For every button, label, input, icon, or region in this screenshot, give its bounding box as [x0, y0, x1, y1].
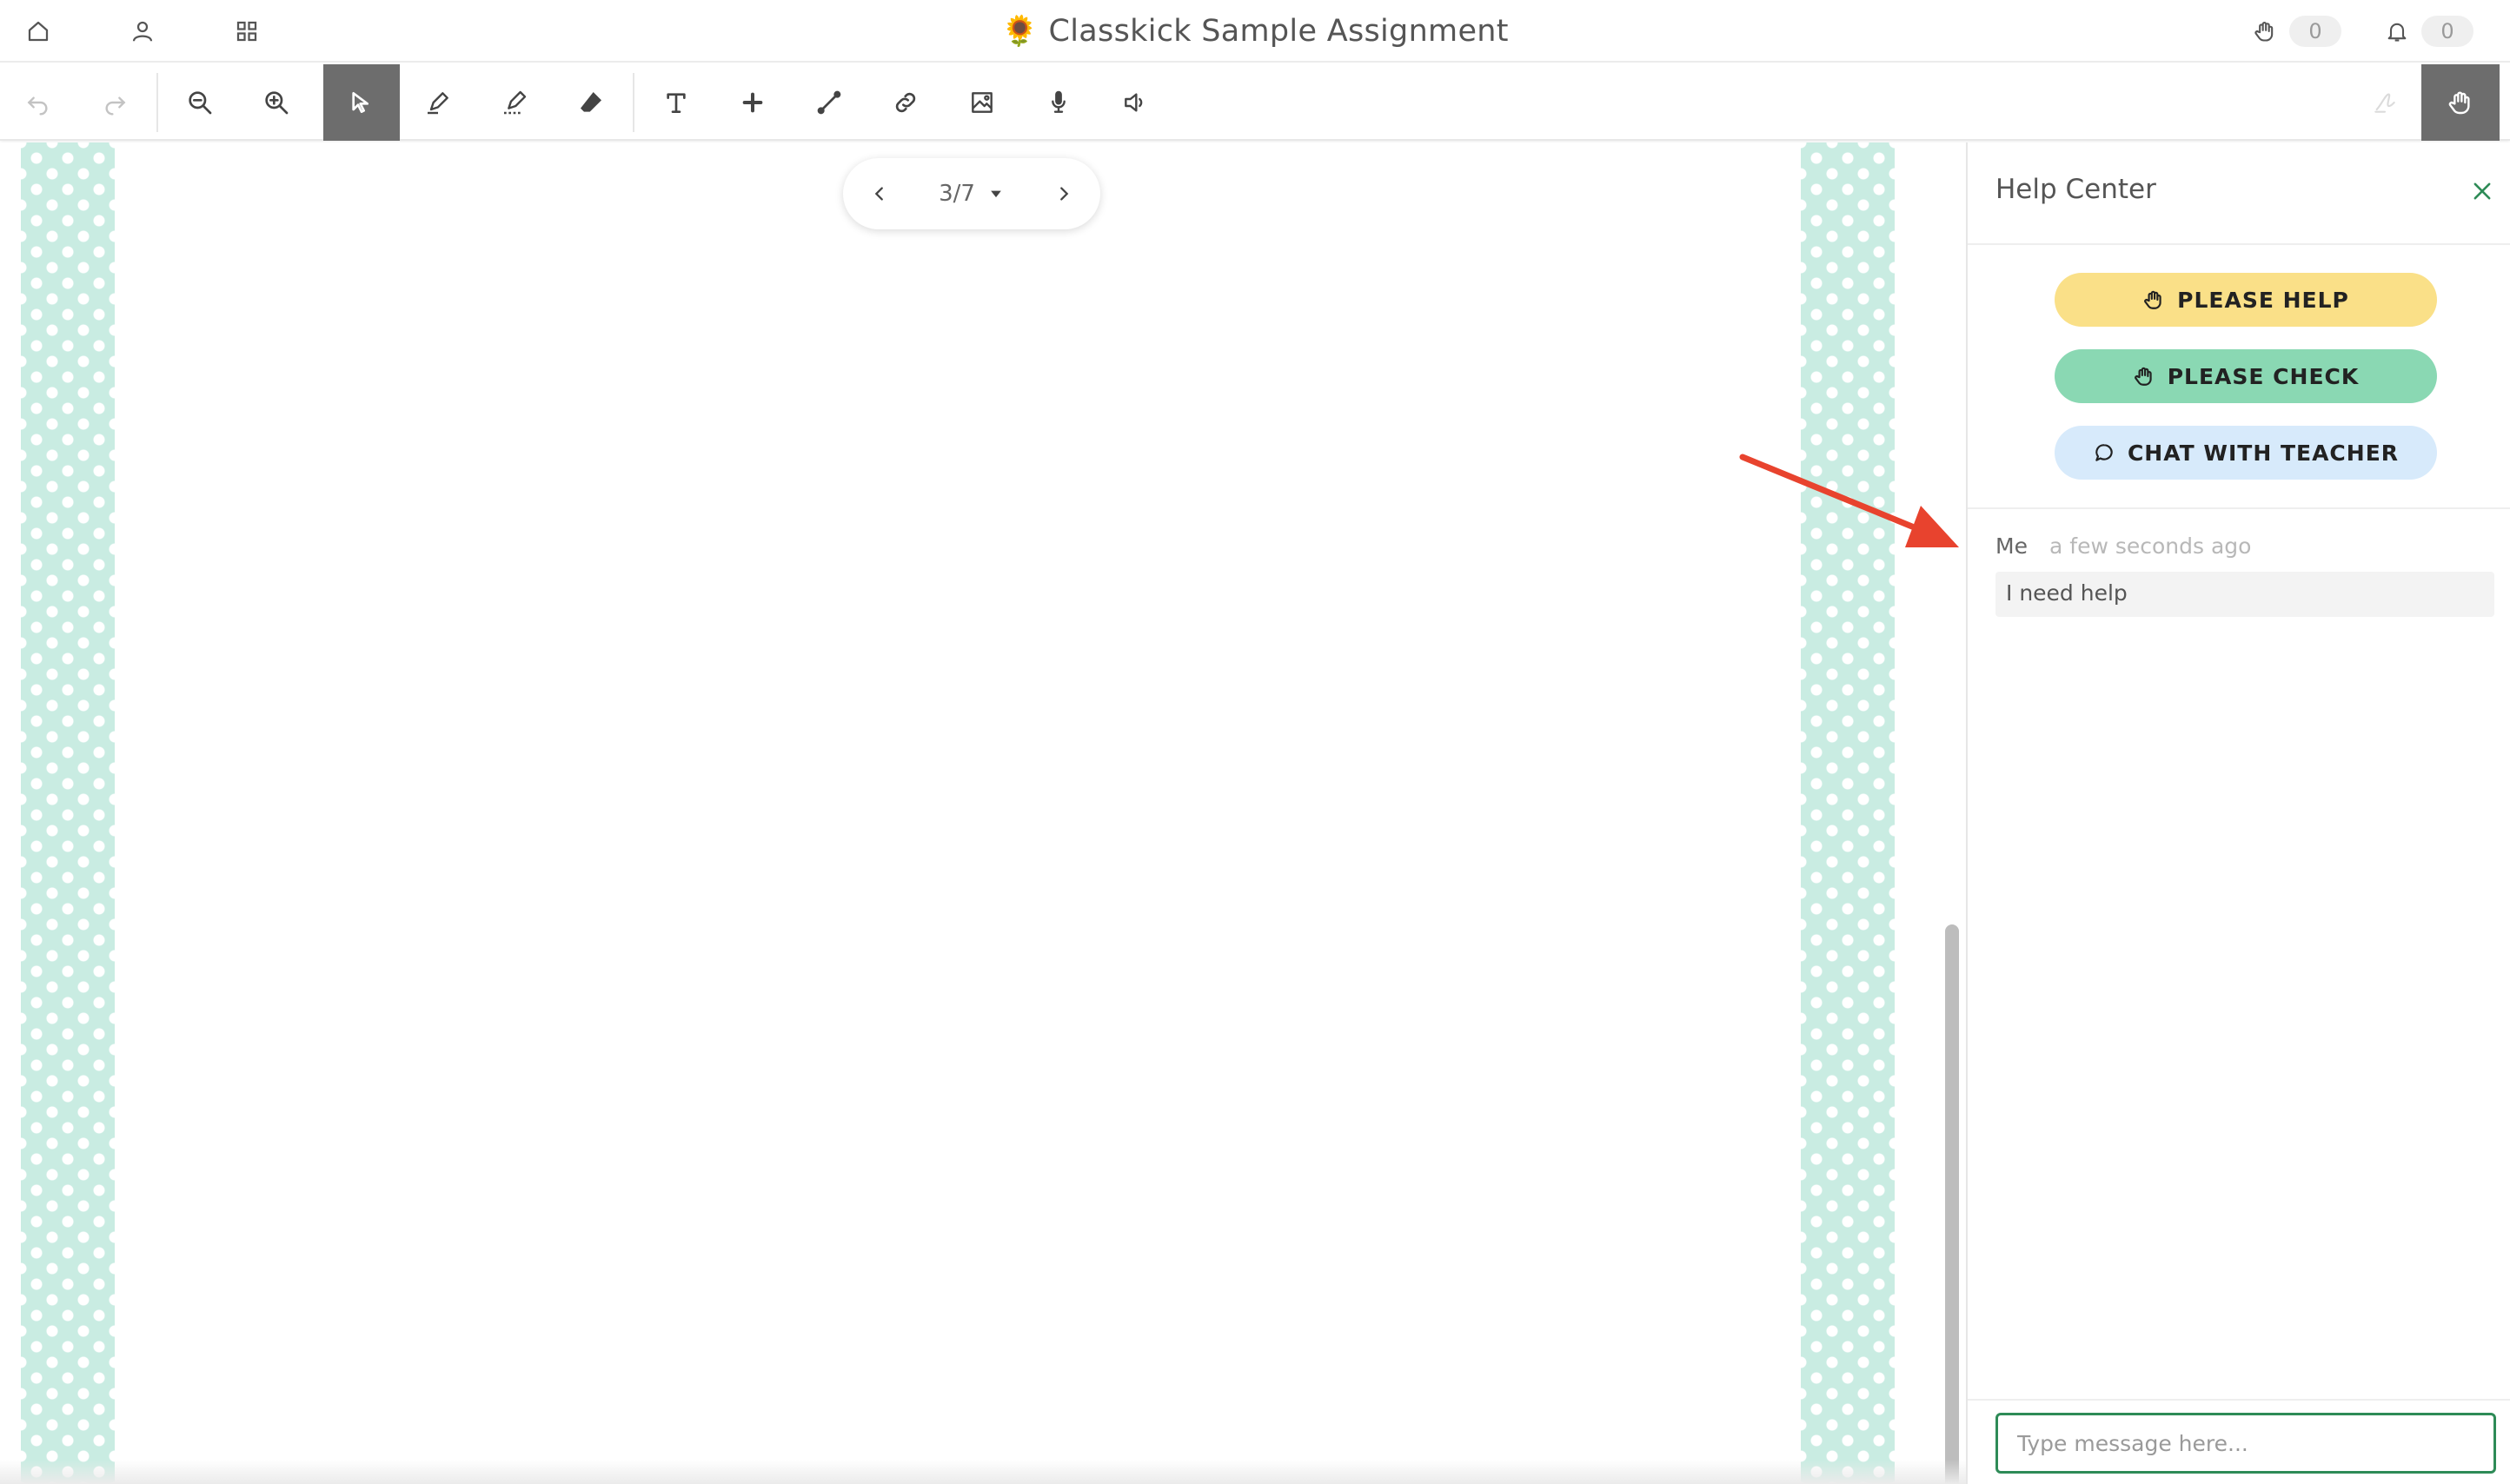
highlighter-icon[interactable] — [476, 64, 553, 141]
top-bar: 🌻 Classkick Sample Assignment 0 0 — [0, 0, 2510, 63]
chevron-right-icon — [1060, 187, 1069, 201]
add-icon[interactable] — [714, 64, 791, 141]
notification-count-badge: 0 — [2421, 16, 2473, 47]
toolbar-divider — [156, 73, 158, 132]
help-requests-counter[interactable]: 0 — [2253, 12, 2341, 50]
assignment-title: 🌻 Classkick Sample Assignment — [0, 0, 2510, 63]
page-navigator: 3/7 — [843, 158, 1100, 229]
polka-dot-border-left — [21, 142, 115, 1484]
page-title: Classkick Sample Assignment — [1048, 14, 1509, 49]
line-icon[interactable] — [791, 64, 867, 141]
select-icon[interactable] — [323, 64, 400, 141]
toolbar-divider — [633, 73, 634, 132]
page-select-dropdown[interactable]: 3/7 — [939, 181, 1005, 207]
sunflower-icon: 🌻 — [1001, 14, 1039, 49]
vertical-scrollbar[interactable] — [1945, 924, 1959, 1484]
zoom-out-icon[interactable] — [162, 64, 238, 141]
microphone-icon[interactable] — [1020, 64, 1097, 141]
next-page-button[interactable] — [1046, 176, 1081, 211]
worksheet-canvas[interactable]: 3/7 — [0, 142, 1966, 1484]
chat-bubble-icon — [2095, 444, 2113, 461]
help-center-title: Help Center — [1995, 174, 2156, 205]
profile-icon[interactable] — [123, 12, 162, 50]
grid-icon[interactable] — [228, 12, 266, 50]
help-divider — [1968, 507, 2510, 509]
zoom-in-icon[interactable] — [238, 64, 315, 141]
speaker-icon[interactable] — [1097, 64, 1173, 141]
worksheet-page[interactable] — [115, 142, 1801, 1484]
hand-icon — [2254, 22, 2274, 42]
chat-with-teacher-button[interactable]: CHAT WITH TEACHER — [2055, 426, 2437, 480]
signature-icon[interactable] — [2347, 64, 2423, 141]
pen-icon[interactable] — [400, 64, 476, 141]
toolbar — [0, 64, 2510, 141]
eraser-icon[interactable] — [553, 64, 629, 141]
undo-icon[interactable] — [0, 64, 76, 141]
notifications-counter[interactable]: 0 — [2385, 12, 2473, 50]
caret-down-icon — [991, 190, 1001, 198]
please-help-label: PLEASE HELP — [2177, 287, 2349, 313]
compose-divider — [1968, 1399, 2510, 1401]
page-indicator: 3/7 — [939, 181, 975, 207]
hand-icon — [2134, 367, 2152, 386]
please-check-label: PLEASE CHECK — [2167, 363, 2360, 389]
polka-dot-border-right — [1801, 142, 1895, 1484]
home-icon[interactable] — [19, 12, 57, 50]
bottom-shadow — [0, 1460, 1966, 1484]
message-input[interactable] — [1995, 1413, 2496, 1474]
bell-icon — [2387, 23, 2407, 42]
hand-icon — [2144, 290, 2161, 309]
redo-icon[interactable] — [76, 64, 153, 141]
chevron-left-icon — [874, 187, 883, 201]
hand-raise-icon[interactable] — [2421, 64, 2500, 141]
help-count-badge: 0 — [2289, 16, 2341, 47]
link-icon[interactable] — [867, 64, 944, 141]
please-check-button[interactable]: PLEASE CHECK — [2055, 349, 2437, 403]
text-icon[interactable] — [638, 64, 714, 141]
chat-with-teacher-label: CHAT WITH TEACHER — [2127, 440, 2400, 466]
help-center-panel: Help Center PLEASE HELP PLEASE CHECK CHA… — [1966, 142, 2510, 1484]
close-icon[interactable] — [2463, 172, 2501, 210]
message-timestamp: a few seconds ago — [2049, 533, 2252, 559]
message-sender: Me — [1995, 533, 2028, 559]
please-help-button[interactable]: PLEASE HELP — [2055, 273, 2437, 327]
help-center-header: Help Center — [1968, 142, 2510, 245]
message-bubble: I need help — [1995, 572, 2494, 617]
image-icon[interactable] — [944, 64, 1020, 141]
previous-page-button[interactable] — [862, 176, 897, 211]
